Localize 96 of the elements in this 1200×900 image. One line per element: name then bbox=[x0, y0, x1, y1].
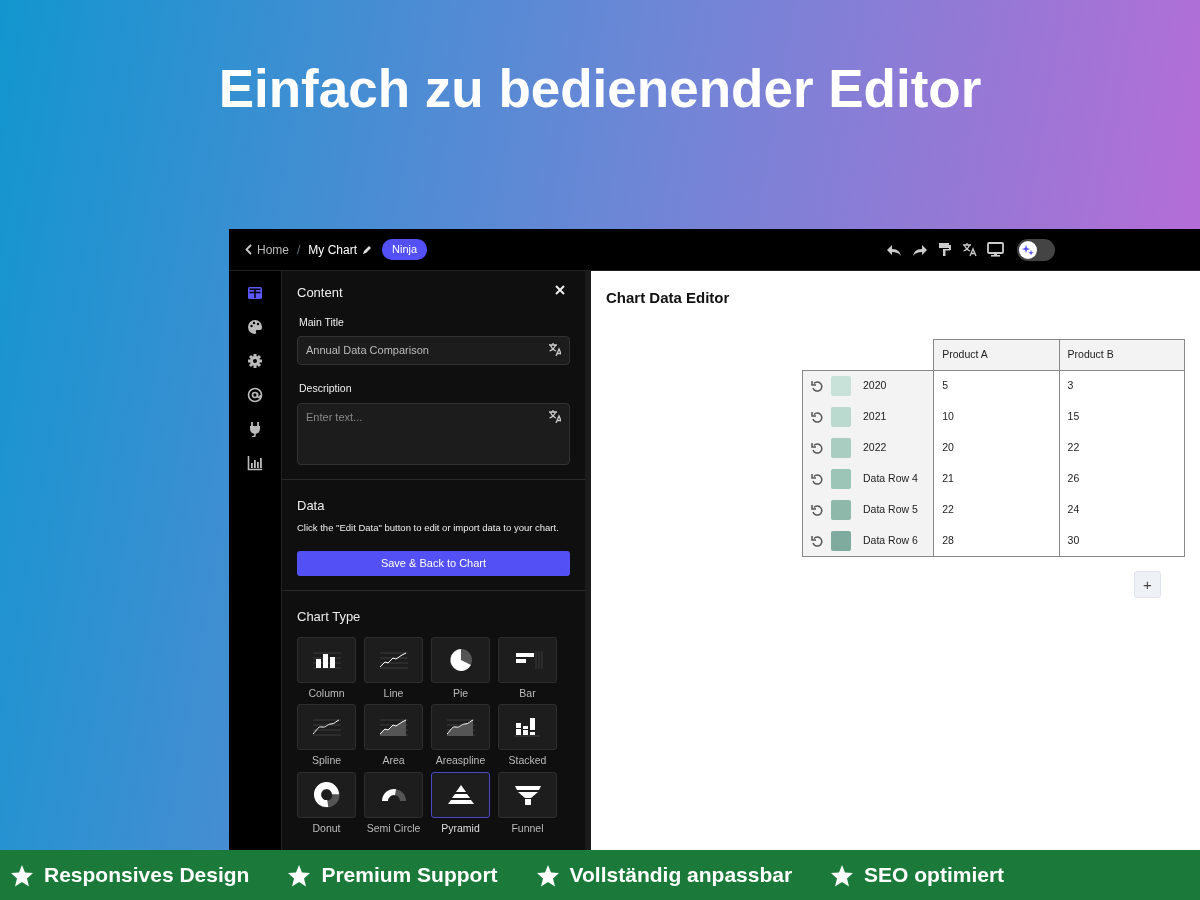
chart-type-option[interactable] bbox=[297, 772, 356, 819]
color-swatch[interactable] bbox=[831, 376, 851, 397]
table-cell: 15 bbox=[1059, 401, 1185, 433]
reset-icon[interactable] bbox=[811, 380, 823, 393]
help-text: Click the "Edit Data" button to edit or import data to your chart. bbox=[297, 521, 560, 536]
table-cell: 22 bbox=[1059, 432, 1185, 464]
chart-type-label: Stacked bbox=[508, 753, 547, 769]
row-label: Data Row 5 bbox=[863, 502, 918, 518]
field-label: Main Title bbox=[299, 314, 345, 330]
table-icon[interactable] bbox=[247, 285, 263, 301]
table-cell: 5 bbox=[933, 370, 1060, 402]
bar-chart-icon[interactable] bbox=[247, 455, 263, 471]
star-icon bbox=[10, 863, 34, 887]
chart-type-label: Spline bbox=[311, 753, 342, 769]
feature-text: Vollständig anpassbar bbox=[569, 862, 793, 889]
table-cell: 20 bbox=[933, 432, 1060, 464]
color-swatch[interactable] bbox=[831, 438, 851, 458]
chart-type-option[interactable] bbox=[498, 636, 557, 683]
chart-type-label: Areaspline bbox=[435, 753, 486, 769]
chart-type-option[interactable] bbox=[431, 636, 490, 683]
breadcrumb-separator: / bbox=[297, 241, 301, 259]
feature-text: SEO optimiert bbox=[864, 862, 1005, 889]
chart-type-label: Bar bbox=[519, 685, 536, 701]
title-field[interactable]: Annual Data Comparison bbox=[297, 336, 570, 365]
table-cell: 24 bbox=[1059, 494, 1185, 526]
row-label: Data Row 6 bbox=[863, 532, 918, 548]
chart-name: My Chart bbox=[308, 241, 358, 259]
translate-icon bbox=[962, 242, 977, 257]
table-cell: 3 bbox=[1059, 370, 1185, 402]
sparkle-icon bbox=[1022, 243, 1034, 256]
chart-type-label: Area bbox=[382, 753, 405, 769]
row-label: Data Row 4 bbox=[863, 471, 918, 487]
palette-icon[interactable] bbox=[247, 319, 263, 335]
reset-icon[interactable] bbox=[811, 534, 823, 547]
chart-type-option[interactable] bbox=[364, 772, 423, 819]
section-title: Chart Type bbox=[297, 608, 362, 625]
feature-text: Responsives Design bbox=[44, 862, 250, 889]
section-title: Content bbox=[297, 285, 343, 301]
feature-text: Premium Support bbox=[321, 862, 498, 889]
translate-icon[interactable] bbox=[548, 342, 561, 357]
column-header: Product B bbox=[1059, 339, 1185, 371]
section-title: Data bbox=[297, 497, 326, 514]
star-icon bbox=[535, 863, 560, 887]
reset-icon[interactable] bbox=[811, 504, 823, 516]
chart-type-option[interactable] bbox=[498, 704, 557, 751]
row-label: 2021 bbox=[863, 409, 887, 425]
table-cell: 28 bbox=[933, 525, 1060, 557]
reset-icon[interactable] bbox=[811, 411, 823, 423]
chevron-left-icon bbox=[245, 244, 252, 255]
chart-type-option[interactable] bbox=[431, 772, 490, 819]
plug-icon[interactable] bbox=[247, 421, 263, 437]
row-label: 2020 bbox=[863, 378, 887, 394]
redo-icon bbox=[912, 242, 928, 257]
reset-icon[interactable] bbox=[811, 442, 823, 454]
editor-title: Chart Data Editor bbox=[606, 289, 731, 307]
description-field[interactable]: Enter text... bbox=[306, 408, 548, 459]
field-label: Description bbox=[299, 380, 353, 396]
table-cell: 30 bbox=[1059, 525, 1185, 557]
title-input[interactable]: Annual Data Comparison bbox=[306, 342, 548, 359]
chart-type-option[interactable] bbox=[498, 772, 557, 819]
chart-type-label: Semi Circle bbox=[366, 821, 421, 837]
table-cell: 21 bbox=[933, 463, 1060, 495]
paint-roller-icon bbox=[938, 242, 952, 257]
chart-type-label: Column bbox=[308, 685, 345, 701]
color-swatch[interactable] bbox=[831, 500, 851, 520]
chart-type-option[interactable] bbox=[297, 636, 356, 683]
row-label: 2022 bbox=[863, 440, 887, 456]
back-link[interactable]: Home bbox=[245, 240, 289, 259]
save-button[interactable]: Save & Back to Chart bbox=[297, 551, 570, 576]
table-cell: 10 bbox=[933, 401, 1060, 433]
close-icon[interactable] bbox=[555, 285, 565, 295]
translate-icon[interactable] bbox=[548, 408, 561, 423]
add-row-button[interactable]: + bbox=[1134, 571, 1161, 598]
ai-toggle[interactable] bbox=[1017, 238, 1055, 261]
table-cell: 22 bbox=[933, 494, 1060, 526]
monitor-icon bbox=[987, 242, 1004, 257]
star-icon bbox=[830, 863, 855, 887]
headline: Einfach zu bedienender Editor bbox=[218, 62, 982, 115]
column-header: Product A bbox=[933, 339, 1060, 371]
settings-icon[interactable] bbox=[247, 353, 263, 369]
chart-type-label: Donut bbox=[312, 821, 341, 837]
color-swatch[interactable] bbox=[831, 469, 851, 489]
description-box[interactable]: Enter text... bbox=[297, 402, 570, 465]
reset-icon[interactable] bbox=[811, 473, 823, 485]
plan-badge: Ninja bbox=[382, 239, 428, 260]
chart-type-label: Pyramid bbox=[441, 821, 480, 837]
color-swatch[interactable] bbox=[831, 407, 851, 427]
color-swatch[interactable] bbox=[831, 530, 851, 551]
chart-type-label: Funnel bbox=[511, 821, 544, 837]
chart-type-label: Line bbox=[383, 685, 404, 701]
semicircle-chart-icon bbox=[380, 788, 407, 803]
pencil-icon[interactable] bbox=[362, 244, 373, 255]
star-icon bbox=[287, 863, 312, 887]
table-cell: 26 bbox=[1059, 463, 1185, 495]
at-sign-icon[interactable] bbox=[247, 387, 263, 403]
chart-type-label: Pie bbox=[452, 685, 469, 701]
